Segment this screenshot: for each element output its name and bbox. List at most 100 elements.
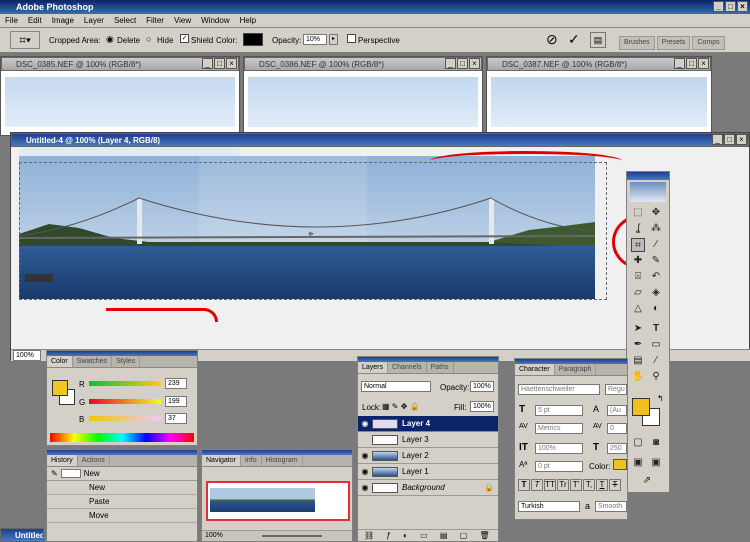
menu-filter[interactable]: Filter — [141, 14, 169, 28]
menu-file[interactable]: File — [0, 14, 23, 28]
font-style-select[interactable]: Regu — [605, 384, 627, 395]
perspective-checkbox[interactable] — [347, 34, 356, 43]
b-slider[interactable] — [89, 416, 161, 421]
menu-image[interactable]: Image — [47, 14, 79, 28]
bucket-tool-icon[interactable]: ◈ — [649, 286, 663, 300]
opacity-field[interactable]: 10% — [303, 34, 327, 45]
minimize-icon[interactable]: _ — [712, 134, 723, 145]
r-value[interactable]: 239 — [165, 378, 187, 389]
menu-edit[interactable]: Edit — [23, 14, 47, 28]
stamp-tool-icon[interactable]: ⍓ — [631, 270, 645, 284]
history-item[interactable]: Move — [47, 509, 197, 523]
lasso-tool-icon[interactable]: ʆ — [631, 222, 645, 236]
crop-preset-icon[interactable]: ⌗▾ — [10, 31, 40, 49]
layer-row-background[interactable]: ◉ Background 🔒 — [358, 480, 498, 496]
baseline-field[interactable]: 0 pt — [535, 461, 583, 472]
tab-styles[interactable]: Styles — [112, 356, 141, 367]
layer-row[interactable]: ◉ Layer 2 — [358, 448, 498, 464]
menu-help[interactable]: Help — [235, 14, 261, 28]
menu-select[interactable]: Select — [109, 14, 141, 28]
shield-color-swatch[interactable] — [243, 33, 263, 46]
maximize-icon[interactable]: □ — [214, 58, 225, 69]
crop-center-icon[interactable]: ⌖ — [308, 229, 314, 240]
path-selection-icon[interactable]: ➤ — [631, 322, 645, 336]
opacity-arrow-icon[interactable]: ▸ — [329, 34, 338, 45]
move-tool-icon[interactable]: ✥ — [649, 206, 663, 220]
slice-tool-icon[interactable]: ∕ — [649, 238, 663, 252]
cancel-icon[interactable]: ⊘ — [546, 31, 558, 48]
close-icon[interactable]: × — [737, 1, 748, 12]
healing-brush-icon[interactable]: ✚ — [631, 254, 645, 268]
minimize-icon[interactable]: _ — [674, 58, 685, 69]
minimize-icon[interactable]: _ — [202, 58, 213, 69]
eyedropper-icon[interactable]: ⁄ — [649, 354, 663, 368]
layer-opacity-field[interactable]: 100% — [470, 381, 494, 392]
navigator-zoom-slider[interactable] — [262, 535, 322, 537]
commit-check-icon[interactable]: ✓ — [568, 31, 580, 48]
text-color-swatch[interactable] — [613, 459, 627, 470]
minimize-icon[interactable]: _ — [713, 1, 724, 12]
leading-field[interactable]: (Au — [607, 405, 627, 416]
tab-histogram[interactable]: Histogram — [262, 455, 303, 466]
tab-paragraph[interactable]: Paragraph — [555, 364, 597, 375]
maximize-icon[interactable]: □ — [457, 58, 468, 69]
type-tool-icon[interactable]: T — [649, 322, 663, 336]
kerning-field[interactable]: Metrics — [535, 423, 583, 434]
subscript-button[interactable]: T, — [583, 479, 595, 491]
tab-color[interactable]: Color — [47, 356, 73, 367]
g-value[interactable]: 199 — [165, 396, 187, 407]
close-icon[interactable]: × — [698, 58, 709, 69]
quickmask-mode-icon[interactable]: ◙ — [649, 436, 663, 450]
lock-icons[interactable]: ▦ ✎ ✥ 🔒 — [382, 402, 420, 411]
tab-character[interactable]: Character — [515, 364, 555, 375]
eye-icon[interactable]: ◉ — [358, 483, 372, 492]
superscript-button[interactable]: T' — [570, 479, 582, 491]
shape-tool-icon[interactable]: ▭ — [649, 338, 663, 352]
b-value[interactable]: 37 — [165, 413, 187, 424]
eye-icon[interactable]: ◉ — [358, 419, 372, 428]
font-family-select[interactable]: Haettenschweiler — [518, 384, 600, 395]
history-item[interactable]: Paste — [47, 495, 197, 509]
small-caps-button[interactable]: Tr — [557, 479, 569, 491]
color-spectrum-ramp[interactable] — [50, 433, 194, 442]
tab-swatches[interactable]: Swatches — [73, 356, 113, 367]
history-item[interactable]: New — [47, 481, 197, 495]
marquee-tool-icon[interactable]: ⬚ — [631, 206, 645, 220]
hand-tool-icon[interactable]: ✋ — [631, 370, 645, 384]
tab-paths[interactable]: Paths — [427, 362, 454, 373]
zoom-field[interactable]: 100% — [13, 350, 41, 361]
dodge-tool-icon[interactable]: ◐ — [649, 302, 663, 316]
eye-icon[interactable]: ◉ — [358, 451, 372, 460]
tab-comps[interactable]: Comps — [692, 36, 725, 50]
history-snapshot-row[interactable]: ✎ New — [47, 467, 197, 481]
layer-row[interactable]: ◉ Layer 1 — [358, 464, 498, 480]
crop-tool-icon[interactable]: ⌗ — [631, 238, 645, 252]
close-icon[interactable]: × — [469, 58, 480, 69]
screen-mode-full-icon[interactable]: ▣ — [649, 456, 663, 470]
antialias-select[interactable]: Smooth — [595, 501, 627, 512]
hide-radio[interactable]: ○ — [146, 34, 151, 44]
doc-window-0386[interactable]: DSC_0386.NEF @ 100% (RGB/8*) _ □ × — [243, 56, 483, 136]
doc-window-0385[interactable]: DSC_0385.NEF @ 100% (RGB/8*) _ □ × — [0, 56, 240, 136]
close-icon[interactable]: × — [226, 58, 237, 69]
tab-layers[interactable]: Layers — [358, 362, 389, 373]
blend-mode-select[interactable]: Normal — [361, 381, 431, 392]
magic-wand-icon[interactable]: ⁂ — [649, 222, 663, 236]
notes-tool-icon[interactable]: ▤ — [631, 354, 645, 368]
tab-presets[interactable]: Presets — [656, 36, 691, 50]
standard-mode-icon[interactable]: ▢ — [631, 436, 645, 450]
shield-checkbox[interactable]: ✓ — [180, 34, 189, 43]
fill-field[interactable]: 100% — [470, 401, 494, 412]
layer-footer-buttons[interactable]: ⛓ ƒ ◐ ▭ ▤ ▢ 🗑 — [358, 529, 498, 541]
zoom-tool-icon[interactable]: ⚲ — [649, 370, 663, 384]
layer-row-selected[interactable]: ◉ Layer 4 — [358, 416, 498, 432]
underline-button[interactable]: T — [596, 479, 608, 491]
tab-navigator[interactable]: Navigator — [202, 455, 241, 466]
swap-colors-icon[interactable]: ↰ — [657, 394, 664, 403]
blur-tool-icon[interactable]: △ — [631, 302, 645, 316]
font-size-field[interactable]: 5 pt — [535, 405, 583, 416]
navigator-preview[interactable] — [206, 481, 350, 521]
delete-radio[interactable]: ◉ — [106, 34, 114, 45]
tab-brushes[interactable]: Brushes — [619, 36, 655, 50]
tab-actions[interactable]: Actions — [78, 455, 110, 466]
